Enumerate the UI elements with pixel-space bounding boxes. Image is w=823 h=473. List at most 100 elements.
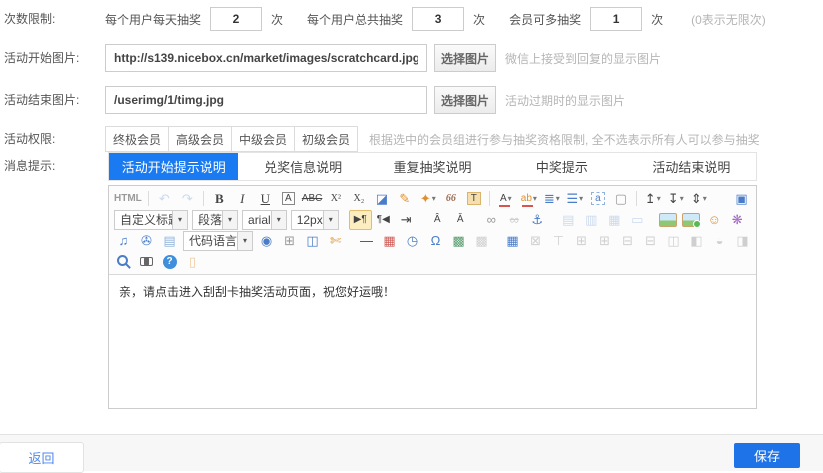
insert-video-icon[interactable] — [749, 210, 753, 230]
line-spacing-icon[interactable]: ⇕▾ — [687, 189, 710, 209]
total-draw-input[interactable] — [412, 7, 464, 31]
blockquote-icon[interactable]: 66 — [439, 189, 462, 209]
toolbar-separator — [636, 191, 637, 206]
image-inline-icon[interactable]: ▭ — [626, 210, 649, 230]
rtl-paragraph-icon[interactable]: ¶◀ — [372, 210, 395, 230]
format-painter-icon[interactable]: ✎ — [393, 189, 416, 209]
insert-row-icon[interactable]: ⊞ — [570, 231, 593, 251]
screenshot-icon[interactable]: ✄ — [324, 231, 347, 251]
ltr-paragraph-icon[interactable]: ▶¶ — [349, 210, 372, 230]
merge-cells-icon[interactable]: ◫ — [662, 231, 685, 251]
end-image-input[interactable] — [105, 86, 427, 114]
lowercase-icon[interactable]: Ǎ — [449, 210, 472, 230]
member-group-button[interactable]: 初级会员 — [294, 126, 358, 152]
member-group-button[interactable]: 高级会员 — [168, 126, 232, 152]
help-icon[interactable]: ? — [158, 252, 181, 272]
columns-icon[interactable]: ◫ — [301, 231, 324, 251]
italic-icon[interactable]: I — [231, 189, 254, 209]
format-clear-icon[interactable]: ◪ — [370, 189, 393, 209]
daily-draw-input[interactable] — [210, 7, 262, 31]
uppercase-icon[interactable]: Â — [426, 210, 449, 230]
delete-col-icon[interactable]: ⊟ — [639, 231, 662, 251]
paragraph-spacing-top-icon[interactable]: ↥▾ — [641, 189, 664, 209]
source-code-icon[interactable]: HTML — [112, 189, 144, 209]
flash-icon[interactable]: ◉ — [255, 231, 278, 251]
template-icon[interactable]: ▤ — [158, 231, 181, 251]
member-group-button[interactable]: 中级会员 — [231, 126, 295, 152]
insert-col-icon[interactable]: ⊞ — [593, 231, 616, 251]
image-align-left-icon[interactable]: ▤ — [557, 210, 580, 230]
unordered-list-icon[interactable]: ☰▾ — [563, 189, 586, 209]
redo-icon[interactable]: ↷ — [176, 189, 199, 209]
map-icon[interactable]: ▩ — [447, 231, 470, 251]
multi-image-upload-icon[interactable] — [680, 210, 703, 230]
anchor-icon[interactable]: ⚓ — [526, 210, 549, 230]
code-language-select[interactable]: 代码语言▾ — [183, 231, 253, 251]
image-align-center-icon[interactable]: ▥ — [580, 210, 603, 230]
end-image-pick-button[interactable]: 选择图片 — [434, 86, 496, 114]
split-cells-icon[interactable]: ◨ — [731, 231, 753, 251]
subscript-icon[interactable]: X₂ — [347, 189, 370, 209]
image-align-right-icon[interactable]: ▦ — [603, 210, 626, 230]
music-icon[interactable]: ♫ — [112, 231, 135, 251]
message-tab[interactable]: 兑奖信息说明 — [238, 153, 367, 180]
toolbar-separator — [148, 191, 149, 206]
attachment-icon[interactable]: ✇ — [135, 231, 158, 251]
font-family-select[interactable]: arial▾ — [242, 210, 287, 230]
underline-icon[interactable]: U — [254, 189, 277, 209]
anchor-mark-icon[interactable]: a — [586, 189, 609, 209]
fullscreen-icon[interactable]: ▣ — [730, 189, 753, 209]
blank-page-icon[interactable]: ▢ — [609, 189, 632, 209]
date-icon[interactable]: ▦ — [378, 231, 401, 251]
scrawl-icon[interactable]: ❋ — [726, 210, 749, 230]
title-style-select[interactable]: 自定义标题▾ — [114, 210, 188, 230]
static-map-icon[interactable]: ▩ — [470, 231, 493, 251]
unlink-icon[interactable]: ∞ — [503, 210, 526, 230]
editor-toolbar: HTML ↶↷ BIUAABCX²X₂◪✎✦▾66T A▾ab▾≣▾☰▾a▢ ↥▾↧▾⇕… — [109, 186, 756, 275]
message-tab[interactable]: 活动结束说明 — [627, 153, 756, 180]
emoticon-icon[interactable]: ☺ — [703, 210, 726, 230]
save-button[interactable]: 保存 — [734, 443, 800, 468]
special-char-icon[interactable]: Ω — [424, 231, 447, 251]
message-tab[interactable]: 重复抽奖说明 — [368, 153, 497, 180]
delete-row-icon[interactable]: ⊟ — [616, 231, 639, 251]
font-border-icon[interactable]: A — [277, 189, 300, 209]
font-size-select[interactable]: 12px▾ — [291, 210, 339, 230]
member-extra-draw-input[interactable] — [590, 7, 642, 31]
paste-plain-icon[interactable]: T — [462, 189, 485, 209]
iframe-icon[interactable]: ⊞ — [278, 231, 301, 251]
time-icon[interactable]: ◷ — [401, 231, 424, 251]
delete-table-icon[interactable]: ⊠ — [524, 231, 547, 251]
link-icon[interactable]: ∞ — [480, 210, 503, 230]
start-image-input[interactable] — [105, 44, 427, 72]
insert-table-icon[interactable]: ▦ — [501, 231, 524, 251]
message-tab[interactable]: 中奖提示 — [497, 153, 626, 180]
start-image-pick-button[interactable]: 选择图片 — [434, 44, 496, 72]
undo-icon[interactable]: ↶ — [153, 189, 176, 209]
member-group-button[interactable]: 终极会员 — [105, 126, 169, 152]
paragraph-spacing-bottom-icon[interactable]: ↧▾ — [664, 189, 687, 209]
auto-typeset-icon[interactable]: ✦▾ — [416, 189, 439, 209]
word-paste-icon[interactable]: ▯ — [181, 252, 204, 272]
superscript-icon[interactable]: X² — [324, 189, 347, 209]
find-replace-icon[interactable] — [135, 252, 158, 272]
ordered-list-icon[interactable]: ≣▾ — [540, 189, 563, 209]
horizontal-rule-icon[interactable]: — — [355, 231, 378, 251]
highlight-color-icon[interactable]: ab▾ — [517, 189, 540, 209]
indent-icon[interactable]: ⇥ — [395, 210, 418, 230]
strikethrough-icon[interactable]: ABC — [300, 189, 325, 209]
editor-content[interactable]: 亲，请点击进入刮刮卡抽奖活动页面，祝您好运哦！ — [109, 275, 756, 408]
count-limit-hint: (0表示无限次) — [691, 11, 766, 28]
bold-icon[interactable]: B — [208, 189, 231, 209]
insert-image-icon[interactable] — [657, 210, 680, 230]
message-tabs: 活动开始提示说明兑奖信息说明重复抽奖说明中奖提示活动结束说明 — [108, 152, 757, 181]
chevron-down-icon: ▾ — [237, 232, 252, 250]
preview-icon[interactable] — [112, 252, 135, 272]
merge-right-icon[interactable]: ◧ — [685, 231, 708, 251]
back-button[interactable]: 返回 — [0, 442, 84, 473]
font-color-icon[interactable]: A▾ — [494, 189, 517, 209]
message-tab[interactable]: 活动开始提示说明 — [109, 153, 238, 180]
table-title-icon[interactable]: ⊤ — [547, 231, 570, 251]
merge-down-icon[interactable]: ◒ — [708, 231, 731, 251]
paragraph-select[interactable]: 段落▾ — [192, 210, 238, 230]
